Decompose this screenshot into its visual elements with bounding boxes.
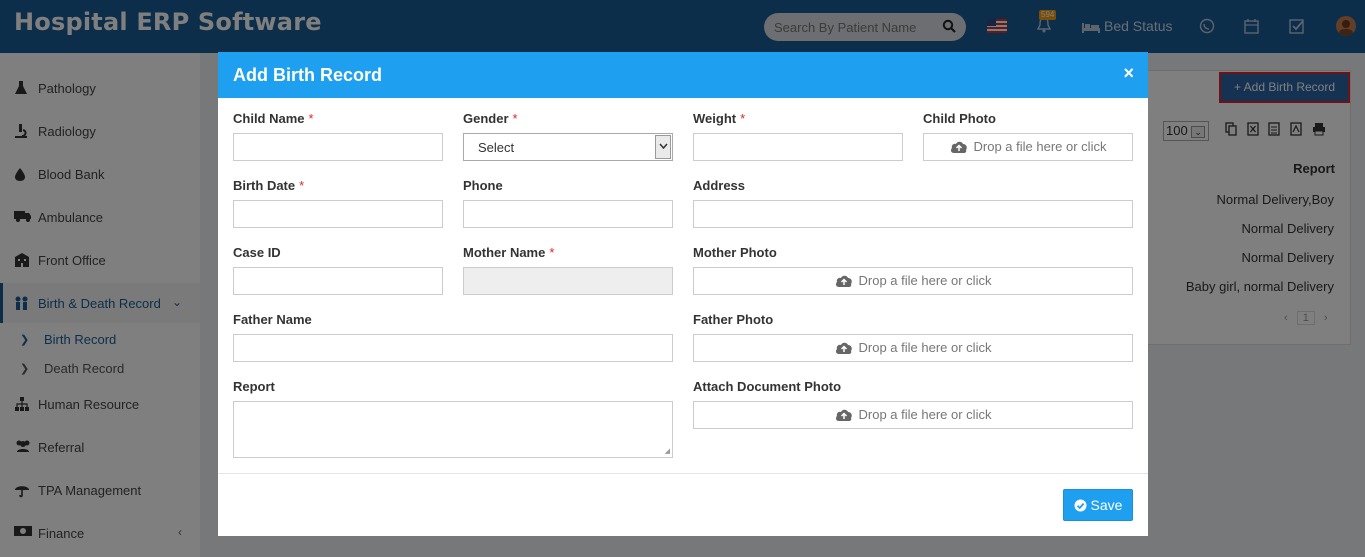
- required-mark: *: [549, 245, 555, 260]
- weight-label: Weight *: [693, 111, 745, 126]
- dropzone-text: Drop a file here or click: [858, 407, 992, 422]
- mother-photo-label: Mother Photo: [693, 245, 777, 260]
- birth-date-input[interactable]: [233, 200, 443, 228]
- father-photo-label: Father Photo: [693, 312, 774, 327]
- gender-label: Gender *: [463, 111, 518, 126]
- modal-title: Add Birth Record: [233, 65, 383, 85]
- father-name-label: Father Name: [233, 312, 312, 327]
- attach-document-label: Attach Document Photo: [693, 379, 842, 394]
- label-text: Mother Name: [463, 245, 546, 260]
- gender-selected-value: Select: [478, 140, 515, 155]
- dropzone-text: Drop a file here or click: [858, 273, 992, 288]
- mother-name-input: [463, 267, 673, 295]
- close-icon[interactable]: ×: [1123, 63, 1134, 84]
- father-photo-dropzone[interactable]: Drop a file here or click: [693, 334, 1133, 362]
- add-birth-record-modal: Add Birth Record × Child Name * Gender * S…: [218, 52, 1148, 536]
- dropzone-text: Drop a file here or click: [858, 340, 992, 355]
- required-mark: *: [299, 178, 305, 193]
- required-mark: *: [512, 111, 518, 126]
- check-circle-icon: [1074, 499, 1087, 512]
- address-input[interactable]: [693, 200, 1133, 228]
- father-name-input[interactable]: [233, 334, 673, 362]
- weight-input[interactable]: [693, 133, 903, 161]
- cloud-upload-icon: [835, 275, 852, 287]
- label-text: Birth Date: [233, 178, 296, 193]
- save-label: Save: [1090, 497, 1123, 513]
- child-name-input[interactable]: [233, 133, 443, 161]
- modal-footer-divider: [218, 473, 1148, 474]
- phone-label: Phone: [463, 178, 503, 193]
- cloud-upload-icon: [835, 342, 852, 354]
- modal-header: Add Birth Record ×: [218, 52, 1148, 98]
- label-text: Weight: [693, 111, 737, 126]
- child-name-label: Child Name *: [233, 111, 314, 126]
- child-photo-dropzone[interactable]: Drop a file here or click: [923, 133, 1133, 161]
- cloud-upload-icon: [835, 409, 852, 421]
- report-label: Report: [233, 379, 275, 394]
- phone-input[interactable]: [463, 200, 673, 228]
- mother-photo-dropzone[interactable]: Drop a file here or click: [693, 267, 1133, 295]
- case-id-label: Case ID: [233, 245, 281, 260]
- cloud-upload-icon: [950, 141, 967, 153]
- report-textarea[interactable]: ◢: [233, 401, 673, 458]
- mother-name-label: Mother Name *: [463, 245, 554, 260]
- case-id-input[interactable]: [233, 267, 443, 295]
- child-photo-label: Child Photo: [923, 111, 996, 126]
- chevron-down-icon: [655, 135, 671, 159]
- label-text: Gender: [463, 111, 509, 126]
- attach-document-dropzone[interactable]: Drop a file here or click: [693, 401, 1133, 429]
- address-label: Address: [693, 178, 746, 193]
- gender-select[interactable]: Select: [463, 133, 673, 161]
- required-mark: *: [308, 111, 314, 126]
- birth-date-label: Birth Date *: [233, 178, 304, 193]
- resize-handle-icon[interactable]: ◢: [665, 447, 670, 455]
- label-text: Child Name: [233, 111, 305, 126]
- dropzone-text: Drop a file here or click: [973, 139, 1107, 154]
- required-mark: *: [740, 111, 746, 126]
- save-button[interactable]: Save: [1063, 489, 1133, 521]
